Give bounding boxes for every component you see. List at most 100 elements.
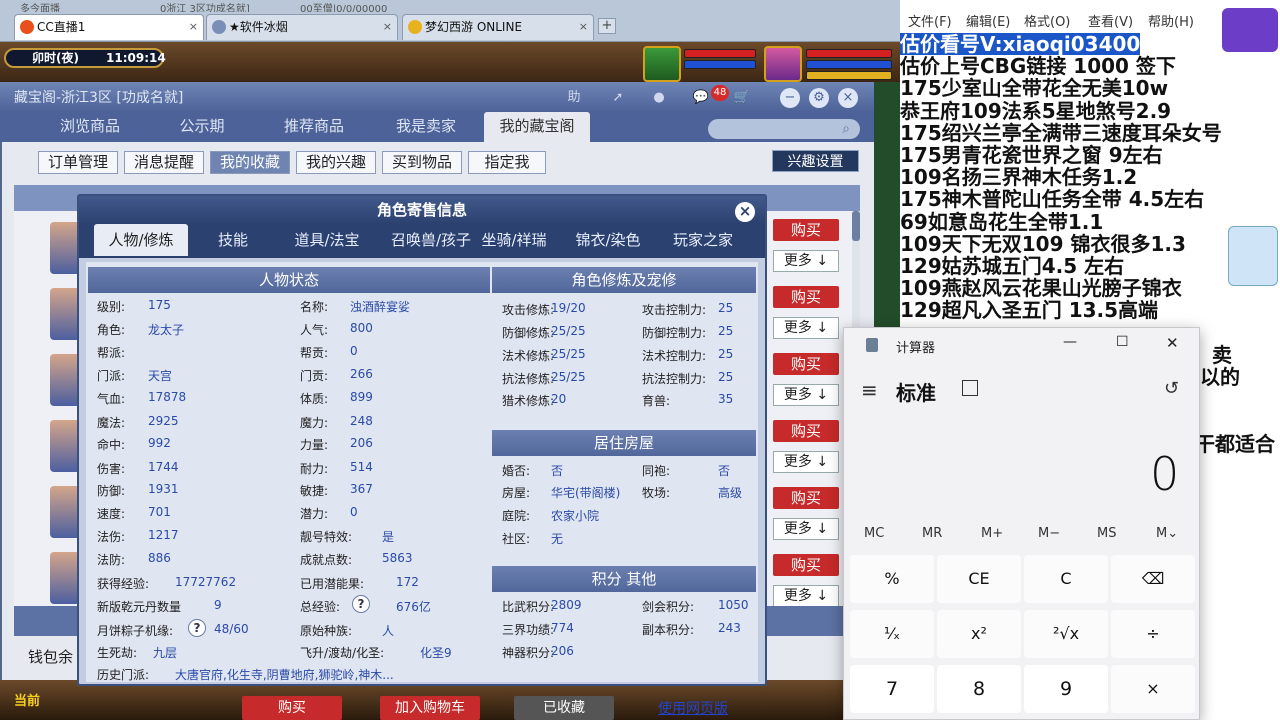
scroll-thumb[interactable] (852, 211, 860, 241)
assigned-me-button[interactable]: 指定我 (468, 151, 546, 174)
multiply-key[interactable]: × (1111, 665, 1195, 713)
digit-7-key[interactable]: 7 (850, 665, 934, 713)
tab-public[interactable]: 公示期 (152, 112, 252, 142)
cart-icon[interactable]: 🛒 (732, 88, 752, 108)
tab-cc-live[interactable]: CC直播1 × (14, 14, 204, 40)
digit-9-key[interactable]: 9 (1024, 665, 1108, 713)
role-avatar[interactable] (50, 222, 80, 274)
buy-button[interactable]: 购买 (773, 286, 839, 308)
more-button[interactable]: 更多 ↓ (773, 384, 839, 406)
menu-help[interactable]: 帮助(H) (1148, 11, 1194, 30)
bottom-buy-button[interactable]: 购买 (242, 696, 342, 720)
buy-button[interactable]: 购买 (773, 353, 839, 375)
minimize-icon[interactable]: − (780, 88, 800, 108)
square-key[interactable]: x² (937, 610, 1021, 658)
tab-label: 梦幻西游 ONLINE (425, 20, 523, 34)
tab-software[interactable]: ★软件冰烟 × (206, 14, 398, 40)
help-icon[interactable]: 助 (564, 88, 584, 108)
mem-store-button[interactable]: MS (1097, 526, 1116, 541)
close-icon[interactable]: × (838, 88, 858, 108)
more-button[interactable]: 更多 ↓ (773, 518, 839, 540)
clear-key[interactable]: C (1024, 555, 1108, 603)
message-remind-button[interactable]: 消息提醒 (124, 151, 204, 174)
mem-add-button[interactable]: M+ (981, 526, 1003, 541)
mem-subtract-button[interactable]: M− (1038, 526, 1060, 541)
player-portrait[interactable] (764, 46, 802, 82)
dialog-close-icon[interactable]: × (735, 202, 755, 222)
help-question-icon[interactable]: ? (188, 619, 206, 637)
role-avatar[interactable] (50, 354, 80, 406)
menu-edit[interactable]: 编辑(E) (966, 11, 1010, 30)
bought-items-button[interactable]: 买到物品 (382, 151, 462, 174)
new-tab-button[interactable]: + (598, 18, 616, 34)
gear-icon[interactable]: ⚙ (809, 88, 829, 108)
tab-skills[interactable]: 技能 (190, 224, 276, 256)
close-button[interactable]: ✕ (1166, 334, 1179, 352)
menu-file[interactable]: 文件(F) (908, 11, 952, 30)
more-button[interactable]: 更多 ↓ (773, 451, 839, 473)
tab-recommend[interactable]: 推荐商品 (264, 112, 364, 142)
tab-outfit[interactable]: 锦衣/染色 (560, 224, 656, 256)
more-button[interactable]: 更多 ↓ (773, 317, 839, 339)
tab-close-icon[interactable]: × (383, 15, 392, 39)
tab-browse[interactable]: 浏览商品 (40, 112, 140, 142)
char-stat-value: 701 (148, 505, 171, 519)
chat-icon[interactable]: 💬 (691, 88, 711, 108)
mem-list-button[interactable]: M⌄ (1156, 526, 1178, 541)
tab-close-icon[interactable]: × (189, 15, 198, 39)
tab-label: ★软件冰烟 (229, 20, 288, 34)
reciprocal-key[interactable]: ¹⁄ₓ (850, 610, 934, 658)
tab-char-training[interactable]: 人物/修炼 (94, 224, 188, 256)
mem-recall-button[interactable]: MR (922, 526, 942, 541)
divide-key[interactable]: ÷ (1111, 610, 1195, 658)
maximize-button[interactable]: ☐ (1116, 334, 1129, 350)
order-manage-button[interactable]: 订单管理 (38, 151, 118, 174)
search-icon[interactable]: ⌕ (836, 119, 856, 139)
buy-button[interactable]: 购买 (773, 219, 839, 241)
tab-mounts[interactable]: 坐骑/祥瑞 (470, 224, 558, 256)
web-version-link[interactable]: 使用网页版 (658, 698, 728, 718)
menu-view[interactable]: 查看(V) (1088, 11, 1133, 30)
my-interest-button[interactable]: 我的兴趣 (296, 151, 376, 174)
record-icon[interactable]: ● (649, 88, 669, 108)
percent-key[interactable]: % (850, 555, 934, 603)
tab-home[interactable]: 玩家之家 (660, 224, 746, 256)
score-value: 1050 (718, 598, 749, 612)
more-button[interactable]: 更多 ↓ (773, 585, 839, 607)
hamburger-menu-icon[interactable]: ≡ (861, 378, 878, 402)
more-button[interactable]: 更多 ↓ (773, 250, 839, 272)
tab-label: CC直播1 (37, 20, 86, 34)
clear-entry-key[interactable]: CE (937, 555, 1021, 603)
buy-button[interactable]: 购买 (773, 487, 839, 509)
buy-button[interactable]: 购买 (773, 420, 839, 442)
help-question-icon[interactable]: ? (352, 595, 370, 613)
menu-format[interactable]: 格式(O) (1024, 11, 1070, 30)
house-value: 无 (551, 532, 564, 546)
minimize-button[interactable]: — (1063, 334, 1077, 350)
share-icon[interactable]: ➚ (608, 88, 628, 108)
digit-8-key[interactable]: 8 (937, 665, 1021, 713)
tab-my-cbg[interactable]: 我的藏宝阁 (484, 112, 590, 142)
tab-mhxy[interactable]: 梦幻西游 ONLINE × (402, 14, 594, 40)
favorited-button[interactable]: 已收藏 (514, 696, 614, 720)
my-favorites-button[interactable]: 我的收藏 (210, 151, 290, 174)
add-to-cart-button[interactable]: 加入购物车 (380, 696, 480, 720)
role-avatar[interactable] (50, 420, 80, 472)
mem-clear-button[interactable]: MC (864, 526, 884, 541)
buy-button[interactable]: 购买 (773, 554, 839, 576)
tab-seller[interactable]: 我是卖家 (376, 112, 476, 142)
keep-on-top-icon[interactable] (962, 380, 978, 396)
training-label: 抗法控制力: (642, 372, 707, 386)
tab-items[interactable]: 道具/法宝 (280, 224, 374, 256)
role-avatar[interactable] (50, 486, 80, 538)
interest-settings-button[interactable]: 兴趣设置 (772, 150, 859, 172)
pet-hp-bar (684, 49, 756, 58)
sqrt-key[interactable]: ²√x (1024, 610, 1108, 658)
role-avatar[interactable] (50, 288, 80, 340)
history-icon[interactable]: ↺ (1164, 378, 1179, 399)
backspace-key[interactable]: ⌫ (1111, 555, 1195, 603)
tab-close-icon[interactable]: × (579, 15, 588, 39)
char-stat-label: 体质: (300, 392, 329, 406)
pet-portrait[interactable] (643, 46, 681, 82)
role-avatar[interactable] (50, 552, 80, 604)
